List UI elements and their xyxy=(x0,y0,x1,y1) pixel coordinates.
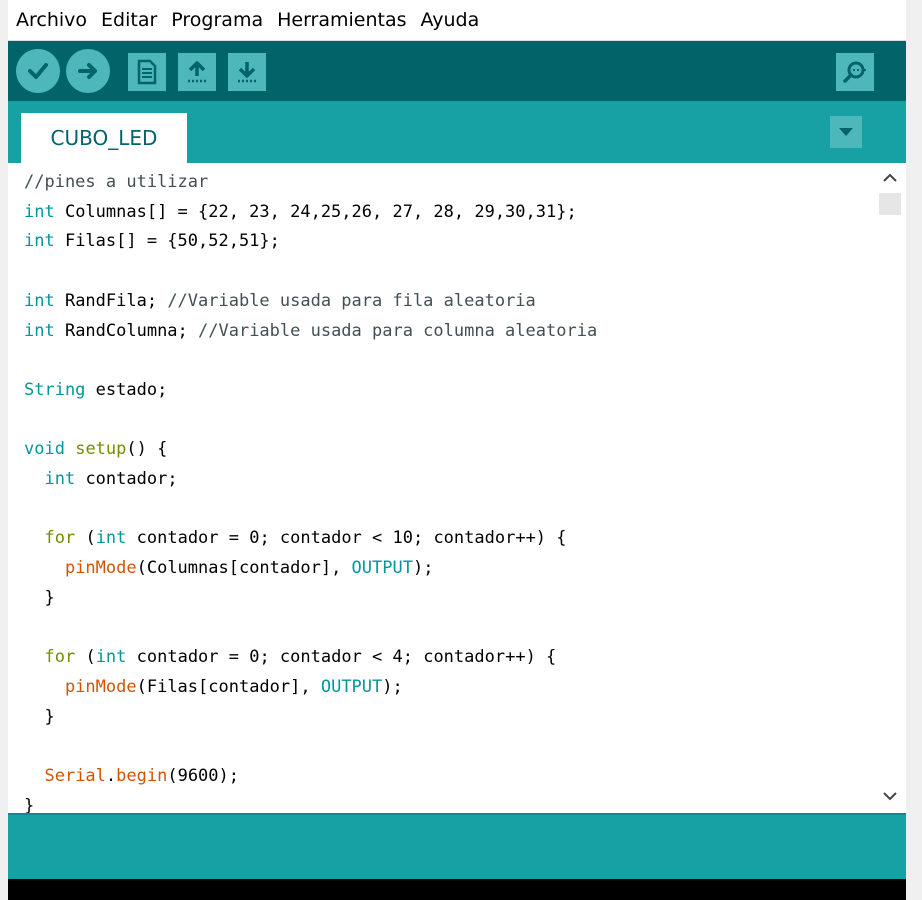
code-token: //Variable usada para columna aleatoria xyxy=(198,320,598,341)
verify-button[interactable] xyxy=(16,49,60,93)
save-icon xyxy=(238,62,256,83)
code-token: (Columnas[contador], xyxy=(136,558,352,579)
chevron-down-icon xyxy=(839,128,853,136)
code-token: begin xyxy=(116,766,168,786)
code-token: ( xyxy=(75,647,96,668)
code-token: int xyxy=(24,290,55,311)
code-line: //pines a utilizar xyxy=(24,167,208,197)
code-token: String xyxy=(24,379,86,400)
code-line: String estado; xyxy=(24,375,167,405)
code-token: estado; xyxy=(85,379,168,400)
code-token: } xyxy=(24,795,35,813)
code-token: pinMode xyxy=(64,558,137,579)
tab-menu-button[interactable] xyxy=(830,116,862,148)
code-line: for (int contador = 0; contador < 4; con… xyxy=(24,642,556,672)
code-token: //Variable usada para fila aleatoria xyxy=(167,290,536,311)
code-token: void xyxy=(24,439,65,460)
code-token: ); xyxy=(412,558,434,579)
chevron-down-icon xyxy=(883,792,897,801)
code-token: OUTPUT xyxy=(351,558,413,579)
scroll-down-button[interactable] xyxy=(874,781,906,811)
scroll-up-button[interactable] xyxy=(874,163,906,193)
code-token: RandFila; xyxy=(54,290,168,311)
code-token: OUTPUT xyxy=(320,676,383,697)
code-token: int xyxy=(24,231,55,252)
code-token: Filas[] = {50,52,51}; xyxy=(54,231,280,252)
code-token: } xyxy=(24,706,55,727)
code-line: pinMode(Columnas[contador], OUTPUT); xyxy=(24,553,434,583)
serial-monitor-icon xyxy=(843,61,868,83)
code-token: int xyxy=(95,528,127,549)
code-token: (9600); xyxy=(167,766,239,786)
code-line: } xyxy=(24,791,34,813)
menu-herramientas[interactable]: Herramientas xyxy=(270,0,413,40)
code-line: } xyxy=(24,702,55,732)
code-line: int RandFila; //Variable usada para fila… xyxy=(24,286,536,316)
menu-archivo[interactable]: Archivo xyxy=(8,0,94,40)
code-line: int Columnas[] = {22, 23, 24,25,26, 27, … xyxy=(24,197,577,227)
menu-bar: Archivo Editar Programa Herramientas Ayu… xyxy=(8,0,906,41)
upload-button[interactable] xyxy=(66,49,110,93)
code-token: contador; xyxy=(75,469,178,489)
code-token: contador = 0; contador < 10; contador++)… xyxy=(126,528,567,549)
code-token: for xyxy=(44,647,76,668)
code-token: contador = 0; contador < 4; contador++) … xyxy=(126,647,557,668)
console-area xyxy=(8,879,906,900)
code-token: ( xyxy=(75,528,96,549)
code-token: int xyxy=(44,469,76,489)
code-token: for xyxy=(44,528,76,549)
code-token: //pines a utilizar xyxy=(24,172,209,192)
chevron-up-icon xyxy=(883,173,897,182)
scrollbar-thumb[interactable] xyxy=(879,193,901,215)
code-line: for (int contador = 0; contador < 10; co… xyxy=(24,523,567,553)
status-bar xyxy=(8,813,906,881)
code-token: int xyxy=(95,647,127,668)
code-token: ); xyxy=(382,676,403,697)
menu-editar[interactable]: Editar xyxy=(94,0,164,40)
code-token: () { xyxy=(126,439,168,460)
verify-icon xyxy=(28,63,48,79)
code-line: pinMode(Filas[contador], OUTPUT); xyxy=(24,672,403,702)
menu-ayuda[interactable]: Ayuda xyxy=(414,0,487,40)
code-editor[interactable]: //pines a utilizar int Columnas[] = {22, … xyxy=(8,163,874,813)
code-token: pinMode xyxy=(64,676,137,697)
code-token: Serial xyxy=(44,766,106,786)
serial-monitor-button[interactable] xyxy=(836,53,874,91)
upload-icon xyxy=(78,63,97,79)
code-token: (Filas[contador], xyxy=(136,676,321,697)
menu-programa[interactable]: Programa xyxy=(164,0,270,40)
code-line: int RandColumna; //Variable usada para c… xyxy=(24,316,597,346)
code-line: } xyxy=(24,583,55,613)
code-token: int xyxy=(24,320,55,341)
toolbar xyxy=(8,41,906,101)
open-button[interactable] xyxy=(178,53,216,91)
code-token: setup xyxy=(75,439,127,460)
tab-bar: CUBO_LED xyxy=(8,101,906,163)
code-token: } xyxy=(24,587,55,608)
window-frame-right xyxy=(906,0,922,900)
window-frame-left xyxy=(0,0,8,900)
code-token: . xyxy=(105,766,117,786)
open-icon xyxy=(188,61,206,83)
code-line: void setup() { xyxy=(24,434,167,464)
save-button[interactable] xyxy=(228,53,266,91)
tab-cubo-led[interactable]: CUBO_LED xyxy=(21,113,187,163)
editor-scrollbar[interactable] xyxy=(874,163,906,813)
new-icon xyxy=(137,59,157,85)
code-line: int Filas[] = {50,52,51}; xyxy=(24,226,280,256)
code-token: RandColumna; xyxy=(54,320,199,341)
code-line: Serial.begin(9600); xyxy=(24,761,239,791)
code-token: Columnas[] = {22, 23, 24,25,26, 27, 28, … xyxy=(54,201,577,222)
new-button[interactable] xyxy=(128,53,166,91)
code-token: int xyxy=(24,201,55,222)
code-line: int contador; xyxy=(24,464,178,494)
